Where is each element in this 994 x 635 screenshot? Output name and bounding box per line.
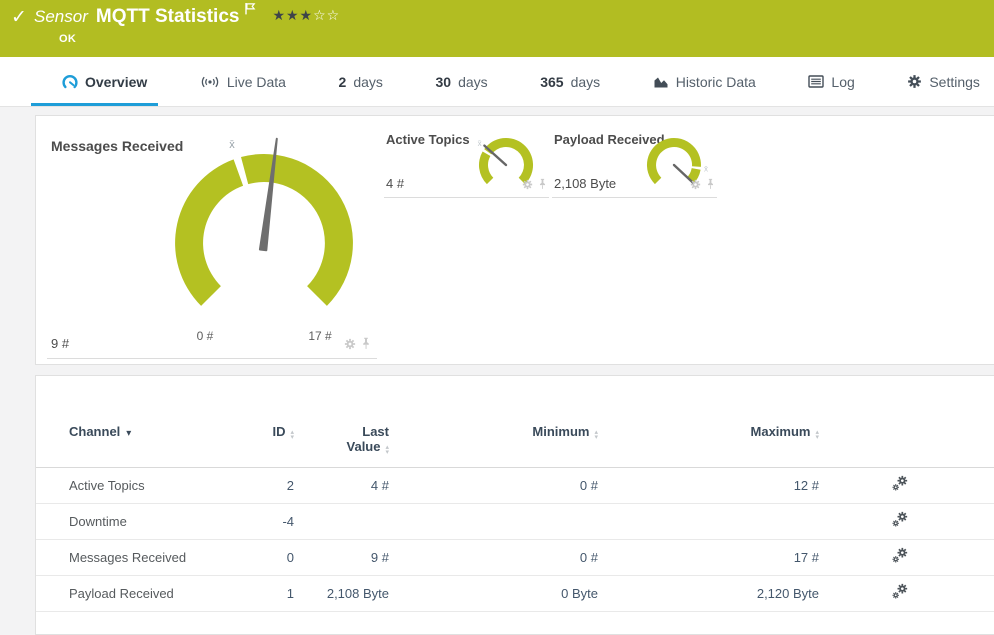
channel-name[interactable]: Downtime [69, 514, 259, 529]
column-header-last-value[interactable]: Last Value ▴ ▾ [294, 424, 389, 456]
tab-365-days-label: days [570, 73, 601, 90]
minimum-value: 0 # [579, 550, 598, 565]
tab-30-days-number: 30 [435, 73, 452, 90]
gauge-scale-min: 0 # [196, 329, 214, 343]
tab-30-days-label: days [458, 73, 488, 90]
maximum-value: 2,120 Byte [756, 586, 819, 601]
column-header-maximum[interactable]: Maximum ▴ ▾ [598, 424, 819, 441]
tab-overview-label: Overview [85, 73, 148, 90]
channel-gear-icon[interactable] [344, 338, 356, 350]
minimum-value: 0 # [579, 478, 598, 493]
stars-empty: ☆☆ [313, 7, 341, 23]
channel-name[interactable]: Active Topics [69, 478, 259, 493]
tab-2-days-number: 2 [338, 73, 347, 90]
channel-name[interactable]: Payload Received [69, 586, 259, 601]
channel-id: -4 [282, 514, 294, 529]
tab-365-days[interactable]: 365 days [540, 57, 600, 106]
tab-live-data[interactable]: Live Data [200, 57, 286, 106]
tab-historic-data[interactable]: Historic Data [653, 57, 756, 106]
tab-2-days[interactable]: 2 days [339, 57, 383, 106]
tab-settings-label: Settings [929, 73, 980, 90]
broadcast-icon [201, 76, 219, 87]
pin-icon[interactable] [706, 178, 715, 190]
gear-icon [907, 74, 922, 89]
channel-settings-gears-icon[interactable] [891, 474, 908, 492]
status-badge: OK [59, 33, 77, 45]
gauges-panel: Messages Received x̄ 0 # 17 # 9 # Active… [35, 115, 994, 365]
flag-icon[interactable] [244, 2, 256, 20]
table-header-row: Channel ▾ ID ▴ ▾ Last Value ▴ ▾ Minimum ▴ ▾ Maxi… [36, 424, 994, 468]
channel-settings-gears-icon[interactable] [891, 582, 908, 600]
status-ok-check-icon: ✓ [11, 7, 27, 28]
gauge-scale-max: 17 # [308, 329, 332, 343]
page-title: MQTT Statistics [95, 6, 240, 27]
tab-30-days[interactable]: 30 days [435, 57, 487, 106]
messages-received-gauge: x̄ [175, 137, 353, 306]
gauge-value: 9 # [51, 336, 70, 351]
tab-log-label: Log [831, 73, 855, 90]
stars-filled: ★★★ [272, 7, 314, 23]
tab-historic-data-label: Historic Data [675, 73, 756, 90]
channel-settings-gears-icon[interactable] [891, 546, 908, 564]
tab-overview[interactable]: Overview [30, 57, 159, 106]
last-value: 4 # [370, 478, 389, 493]
gauge-value: 2,108 Byte [554, 176, 617, 191]
sensor-status-header: ✓ Sensor MQTT Statistics ★★★☆☆ OK [0, 0, 994, 57]
column-header-id[interactable]: ID ▴ ▾ [259, 424, 294, 441]
tab-bar: Overview Live Data 2 days 30 days 365 da… [0, 57, 994, 107]
sort-toggle-icon: ▴ ▾ [815, 429, 819, 441]
table-row[interactable]: Messages Received 0 9 # 0 # 17 # [36, 540, 994, 576]
priority-stars[interactable]: ★★★☆☆ [272, 7, 340, 24]
column-header-channel[interactable]: Channel ▾ [69, 424, 259, 439]
tab-log[interactable]: Log [808, 57, 855, 106]
channel-name[interactable]: Messages Received [69, 550, 259, 565]
tab-live-data-label: Live Data [226, 73, 286, 90]
log-list-icon [808, 75, 825, 88]
channel-gear-icon[interactable] [522, 179, 533, 190]
pin-icon[interactable] [361, 337, 371, 350]
column-header-minimum[interactable]: Minimum ▴ ▾ [389, 424, 598, 441]
channel-gear-icon[interactable] [690, 179, 701, 190]
object-kind-label: Sensor [34, 7, 88, 26]
table-row[interactable]: Active Topics 2 4 # 0 # 12 # [36, 468, 994, 504]
sort-toggle-icon: ▴ ▾ [385, 444, 389, 456]
gauge-title: Active Topics [386, 132, 470, 147]
gauge-icon [62, 74, 78, 88]
tab-settings[interactable]: Settings [907, 57, 980, 106]
maximum-value: 17 # [793, 550, 819, 565]
minimum-value: 0 Byte [561, 586, 598, 601]
pin-icon[interactable] [538, 178, 547, 190]
table-row[interactable]: Payload Received 1 2,108 Byte 0 Byte 2,1… [36, 576, 994, 612]
gauge-value: 4 # [386, 176, 405, 191]
tab-365-days-number: 365 [540, 73, 564, 90]
last-value: 9 # [370, 550, 389, 565]
channel-table-panel: Channel ▾ ID ▴ ▾ Last Value ▴ ▾ Minimum ▴ ▾ Maxi… [35, 375, 994, 635]
average-marker-label: x̄ [704, 165, 708, 174]
sort-desc-caret-icon: ▾ [126, 428, 132, 439]
maximum-value: 12 # [793, 478, 819, 493]
area-chart-icon [654, 77, 668, 87]
channel-id: 0 [286, 550, 294, 565]
average-marker-label: x̄ [229, 139, 235, 151]
gauge-tile-messages-received: Messages Received x̄ 0 # 17 # 9 # [47, 126, 377, 359]
channel-id: 1 [286, 586, 294, 601]
last-value: 2,108 Byte [326, 586, 389, 601]
gauge-tile-active-topics: Active Topics x̄ 4 # [384, 130, 549, 198]
average-marker-label: x̄ [478, 139, 482, 148]
table-row[interactable]: Downtime -4 [36, 504, 994, 540]
tab-2-days-label: days [353, 73, 383, 90]
channel-id: 2 [286, 478, 294, 493]
channel-settings-gears-icon[interactable] [891, 510, 908, 528]
gauge-tile-payload-received: Payload Received x̄ 2,108 Byte [552, 130, 717, 198]
